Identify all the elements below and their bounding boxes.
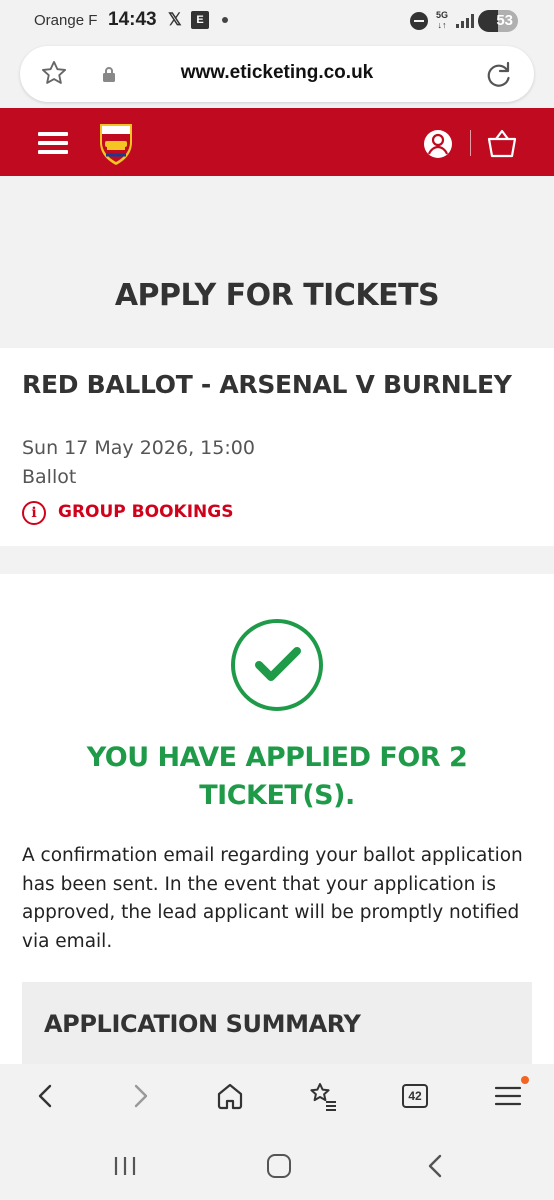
confirmation-text: A confirmation email regarding your ball… (22, 845, 523, 952)
clock: 14:43 (108, 9, 157, 30)
home-button-icon[interactable] (267, 1154, 291, 1178)
battery-indicator: 53 (478, 10, 518, 32)
menu-icon[interactable] (490, 1078, 526, 1114)
signal-icon (456, 14, 474, 28)
more-notifications-icon (222, 17, 228, 23)
reload-icon[interactable] (484, 59, 514, 89)
carrier-label: Orange F (34, 12, 98, 29)
back-icon[interactable] (28, 1078, 64, 1114)
hamburger-menu-icon[interactable] (38, 132, 68, 154)
bookmarks-icon[interactable] (304, 1078, 340, 1114)
page-title: APPLY FOR TICKETS (114, 278, 440, 313)
application-summary-title: APPLICATION SUMMARY (44, 1010, 361, 1038)
success-headline: YOU HAVE APPLIED FOR 2 TICKET(S). (86, 742, 468, 811)
group-bookings-link[interactable]: GROUP BOOKINGS (58, 502, 233, 522)
url-text[interactable]: www.eticketing.co.uk (20, 62, 534, 84)
update-dot-icon (521, 1076, 529, 1084)
do-not-disturb-icon (410, 12, 428, 30)
network-type: 5G ↓↑ (436, 10, 449, 30)
event-type: Ballot (22, 466, 77, 488)
event-date: Sun 17 May 2026, 15:00 (22, 437, 255, 459)
tabs-icon[interactable]: 42 (402, 1084, 428, 1108)
site-header (0, 108, 554, 176)
x-app-icon: 𝕏 (168, 10, 182, 29)
status-bar: Orange F 14:43 𝕏 E 5G ↓↑ 53 (0, 0, 554, 42)
basket-icon[interactable] (486, 129, 518, 159)
header-divider (470, 130, 471, 156)
event-title: RED BALLOT - ARSENAL V BURNLEY (22, 370, 512, 399)
account-icon[interactable] (423, 129, 453, 159)
home-icon[interactable] (212, 1078, 248, 1114)
arsenal-crest-logo[interactable] (97, 122, 135, 166)
system-back-icon[interactable] (425, 1154, 445, 1178)
forward-icon[interactable] (122, 1078, 158, 1114)
address-bar[interactable]: www.eticketing.co.uk (20, 46, 534, 102)
recents-icon[interactable] (113, 1156, 137, 1176)
notification-app-icon: E (191, 11, 209, 29)
browser-toolbar: 42 (0, 1064, 554, 1130)
info-icon[interactable]: i (22, 501, 46, 525)
title-band (0, 176, 554, 348)
page-root: Orange F 14:43 𝕏 E 5G ↓↑ 53 www.eticketin… (0, 0, 554, 1200)
system-navigation-bar (0, 1130, 554, 1200)
success-check-icon (231, 619, 323, 711)
